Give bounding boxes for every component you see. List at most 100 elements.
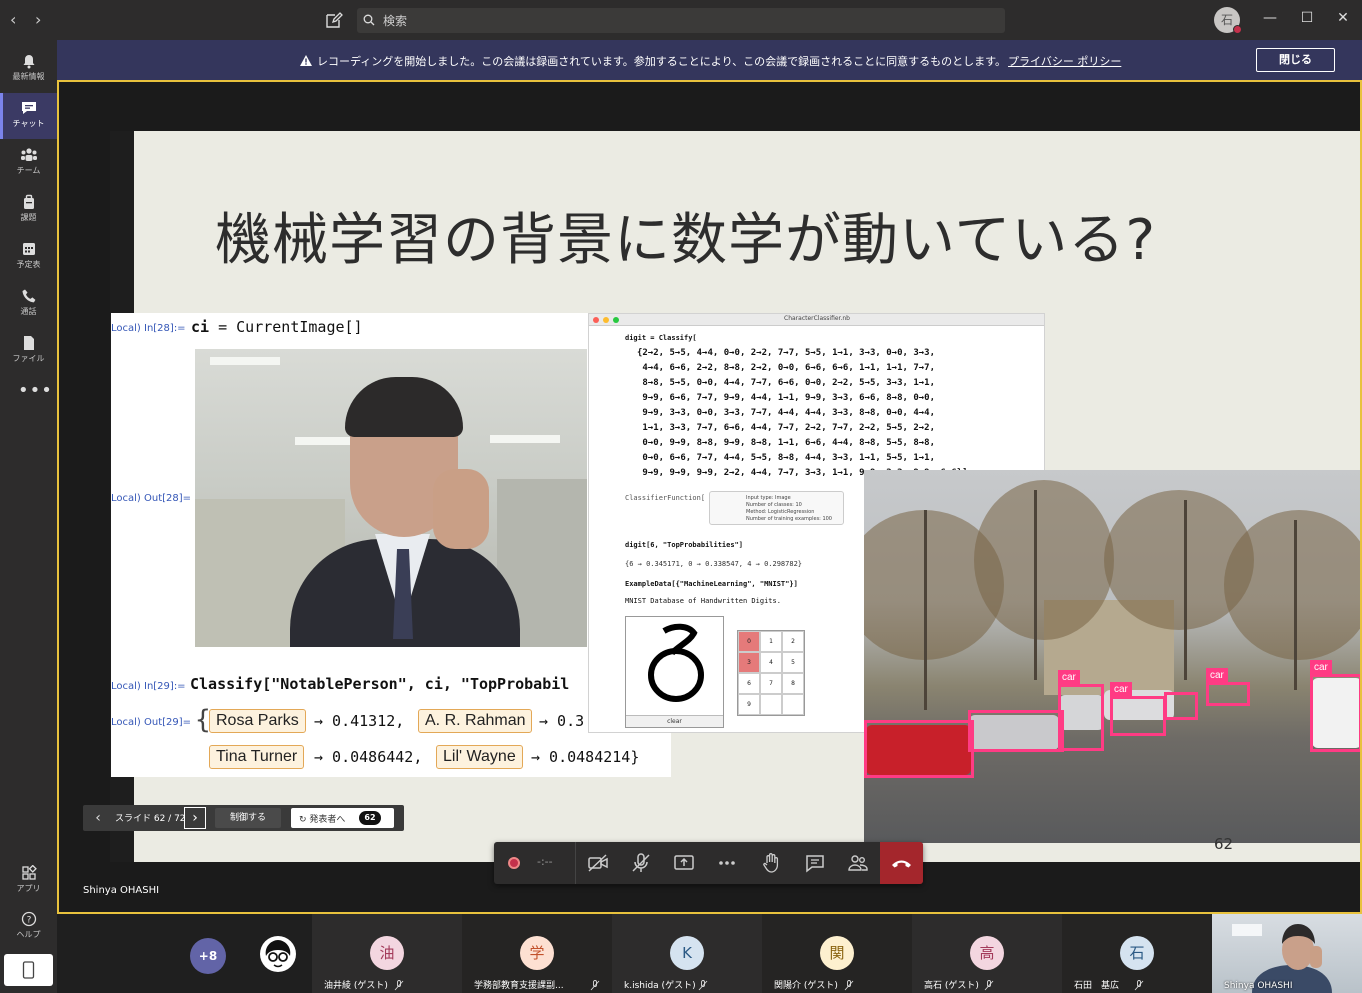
call-timer: -:--: [537, 855, 553, 868]
device-button[interactable]: [4, 954, 53, 986]
take-control-button[interactable]: 制御する: [215, 808, 281, 828]
slide-title: 機械学習の背景に数学が動いている?: [215, 208, 1157, 273]
participant-avatar: 高: [970, 936, 1004, 970]
detection-label: car: [1206, 668, 1228, 683]
rail-item-apps[interactable]: アプリ: [0, 858, 57, 904]
participant-avatar: 学: [520, 936, 554, 970]
mic-muted-icon[interactable]: [629, 851, 653, 875]
detection-label: car: [1310, 660, 1332, 675]
mic-muted-icon: [698, 980, 708, 991]
search-input[interactable]: [383, 11, 983, 30]
rail-item-teams[interactable]: チーム: [0, 140, 57, 186]
share-screen-icon[interactable]: [672, 851, 696, 875]
previous-slide-button[interactable]: ‹: [87, 807, 109, 829]
notebook-title: CharacterClassifier.nb: [784, 315, 850, 322]
apps-icon: [21, 865, 37, 880]
participant-tile[interactable]: 学 学務部教育支援課副...: [462, 914, 612, 993]
go-to-presenter-button[interactable]: ↻ 発表者へ 62: [291, 808, 394, 828]
rail-item-files[interactable]: ファイル: [0, 328, 57, 374]
user-avatar[interactable]: 石: [1214, 7, 1242, 34]
mic-muted-icon: [1134, 980, 1144, 991]
webcam-photo: [195, 349, 587, 647]
in28-code: ci = CurrentImage[]: [191, 318, 363, 336]
hang-up-button[interactable]: [880, 842, 923, 884]
result-value: → 0.0484214}: [531, 748, 640, 766]
more-participants-button[interactable]: +8: [190, 938, 226, 974]
detection-box: [864, 720, 974, 778]
cf-info: Number of classes: 10: [746, 502, 802, 508]
rail-item-chat[interactable]: チャット: [0, 93, 57, 139]
rail-item-help[interactable]: ? ヘルプ: [0, 904, 57, 950]
camera-off-icon[interactable]: [586, 851, 610, 875]
detection-box: car: [1058, 670, 1104, 751]
in28-label: Local) In[28]:=: [111, 323, 186, 334]
digit-drawing-canvas[interactable]: clear: [625, 616, 724, 728]
ceiling-light: [490, 435, 560, 443]
more-actions-icon[interactable]: [715, 851, 739, 875]
participant-tile[interactable]: 高 高石 (ゲスト): [912, 914, 1062, 993]
maximize-button[interactable]: ☐: [1297, 10, 1317, 30]
ceiling-light: [295, 437, 355, 445]
rail-item-assignments[interactable]: 課題: [0, 187, 57, 233]
recording-banner: レコーディングを開始しました。この会議は録画されています。参加することにより、こ…: [57, 40, 1362, 80]
participants-icon[interactable]: [846, 851, 870, 875]
more-apps-button[interactable]: •••: [18, 380, 53, 401]
nb-classifier-function: ClassifierFunction[: [625, 494, 706, 502]
rail-item-calls[interactable]: 通話: [0, 281, 57, 327]
new-chat-icon[interactable]: [324, 10, 344, 30]
tree-trunk: [1184, 500, 1187, 680]
search-icon: [363, 14, 375, 26]
participant-tile[interactable]: 関 関陽介 (ゲスト): [762, 914, 912, 993]
result-chip: A. R. Rahman: [418, 709, 533, 733]
search-box[interactable]: [357, 8, 1005, 33]
result-value: → 0.3: [539, 712, 585, 730]
participant-initial: K: [682, 944, 692, 962]
result-chip: Lil' Wayne: [436, 745, 523, 769]
participant-name: k.ishida (ゲスト): [624, 981, 696, 991]
participant-tile[interactable]: 油 油井綾 (ゲスト): [312, 914, 462, 993]
forward-button[interactable]: ›: [35, 10, 41, 29]
self-video-tile[interactable]: Shinya OHASHI: [1212, 914, 1362, 993]
grid-cell: 9: [738, 694, 760, 715]
back-button[interactable]: ‹: [10, 10, 16, 29]
rail-item-activity[interactable]: 最新情報: [0, 46, 57, 92]
participant-initial: 高: [979, 944, 995, 962]
recording-text: レコーディングを開始しました。この会議は録画されています。参加することにより、こ…: [317, 55, 1007, 68]
grid-cell: 0: [738, 631, 760, 652]
close-window-button[interactable]: ✕: [1333, 10, 1353, 30]
close-banner-button[interactable]: 閉じる: [1256, 48, 1335, 72]
detection-box: [1164, 692, 1198, 720]
rail-label-apps: アプリ: [16, 884, 41, 893]
undo-icon: ↻: [299, 815, 310, 825]
rail-label-chat: チャット: [12, 119, 45, 128]
participant-tile[interactable]: K k.ishida (ゲスト): [612, 914, 762, 993]
participant-avatar-cartoon[interactable]: [260, 936, 296, 972]
next-slide-button[interactable]: ›: [184, 807, 206, 829]
warning-icon: [300, 55, 312, 66]
participant-tile[interactable]: 石 石田 基広: [1062, 914, 1212, 993]
mic-muted-icon: [844, 980, 854, 991]
clear-button[interactable]: clear: [626, 715, 723, 727]
tree-trunk: [924, 510, 927, 710]
grid-cell: 8: [782, 673, 804, 694]
person-hand: [433, 469, 489, 549]
raise-hand-icon[interactable]: [759, 851, 783, 875]
rail-item-calendar[interactable]: 予定表: [0, 234, 57, 280]
title-bar: ‹ › 石 — ☐ ✕: [0, 0, 1362, 40]
out28-label: Local) Out[28]=: [111, 493, 192, 504]
minimize-button[interactable]: —: [1260, 10, 1280, 30]
rail-label-calendar: 予定表: [16, 260, 41, 269]
rail-label-files: ファイル: [12, 354, 45, 363]
nb-line-top-probs: digit[6, "TopProbabilities"]: [625, 541, 744, 549]
participant-strip: +8 油 油井綾 (ゲスト) 学 学務部教育支援課副... K k.ishida…: [57, 914, 1362, 993]
privacy-policy-link[interactable]: プライバシー ポリシー: [1008, 55, 1121, 68]
participant-avatar: K: [670, 936, 704, 970]
nb-digit-examples: {2→2, 5→5, 4→4, 0→0, 2→2, 7→7, 5→5, 1→1,…: [637, 348, 968, 478]
busy-status-dot: [1233, 25, 1242, 34]
teams-icon: [20, 148, 37, 161]
show-chat-icon[interactable]: [803, 851, 827, 875]
grid-cell: [760, 694, 782, 715]
handwritten-digit: [648, 623, 704, 702]
in29-code: Classify["NotablePerson", ci, "TopProbab…: [190, 675, 570, 693]
participant-name: 石田 基広: [1074, 981, 1120, 991]
